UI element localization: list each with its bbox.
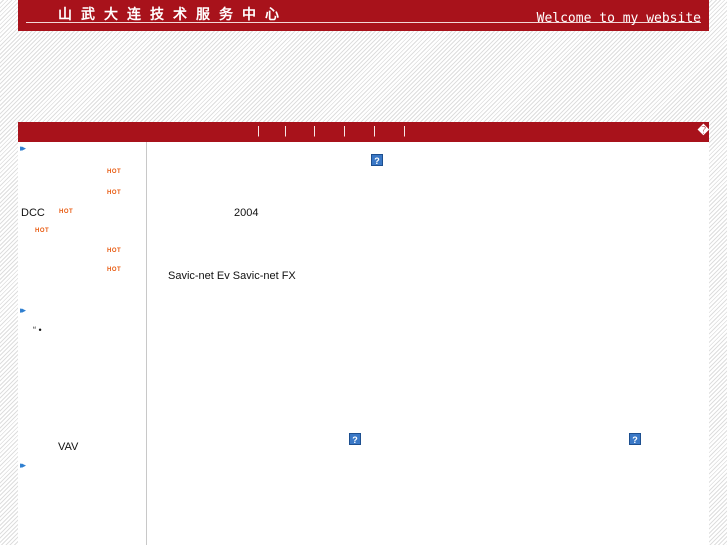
help-icon[interactable]: ? — [349, 433, 361, 445]
sidebar-item-label[interactable]: DCC — [21, 207, 45, 219]
nav-separator: | — [373, 125, 376, 137]
hot-badge-icon: HOT — [35, 228, 50, 234]
nav-corner-glyph: � — [697, 125, 709, 137]
nav-separator: | — [284, 125, 287, 137]
section-arrow-icon: ▸▸ — [20, 305, 26, 315]
help-icon[interactable]: ? — [371, 154, 383, 166]
section-arrow-icon: ▸▸ — [20, 460, 26, 470]
vav-label[interactable]: VAV — [58, 441, 78, 453]
products-text: Savic-net Ev Savic-net FX — [168, 270, 296, 282]
nav-separator: | — [257, 125, 260, 137]
hot-badge-icon: HOT — [59, 209, 74, 215]
nav-separator: | — [313, 125, 316, 137]
main-panel: ▸▸ HOT HOT DCC HOT HOT HOT HOT ▸▸ “ • VA… — [18, 142, 709, 545]
nav-separator: | — [403, 125, 406, 137]
section-arrow-icon: ▸▸ — [20, 143, 26, 153]
hot-badge-icon: HOT — [107, 169, 122, 175]
site-title: 山武大连技术服务中心 — [58, 7, 288, 23]
year-text: 2004 — [234, 207, 259, 219]
hot-badge-icon: HOT — [107, 248, 122, 254]
hot-badge-icon: HOT — [107, 267, 122, 273]
main-nav-bar: | | | | | | � — [18, 122, 709, 142]
sidebar-middle-text: “ • — [33, 325, 42, 335]
help-icon[interactable]: ? — [629, 433, 641, 445]
site-header-banner: 山武大连技术服务中心 Welcome to my website — [18, 0, 709, 31]
welcome-text: Welcome to my website — [536, 11, 701, 26]
hot-badge-icon: HOT — [107, 190, 122, 196]
nav-separator: | — [343, 125, 346, 137]
left-sidebar: ▸▸ HOT HOT DCC HOT HOT HOT HOT ▸▸ “ • VA… — [18, 142, 147, 545]
